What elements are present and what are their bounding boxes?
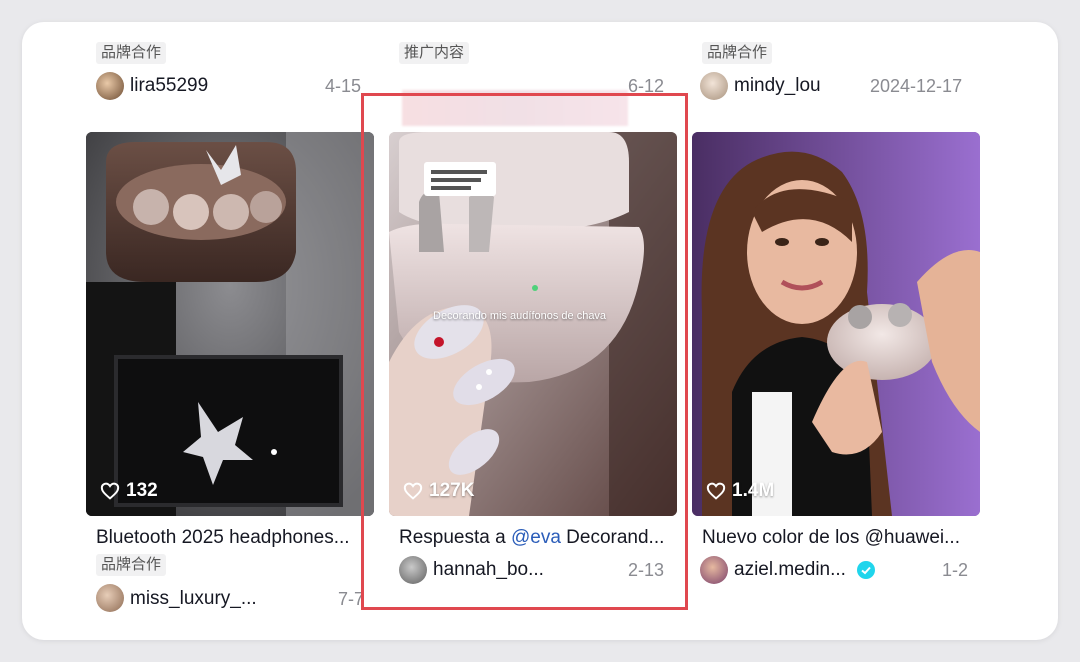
video-thumbnail[interactable]: 1.4M	[692, 132, 980, 516]
video-caption-overlay: Decorando mis audífonos de chava	[433, 310, 607, 322]
video-title[interactable]: Respuesta a @eva Decorand...	[399, 526, 664, 550]
post-date: 7-7	[338, 589, 365, 609]
video-thumbnail[interactable]: 132	[86, 132, 374, 516]
results-panel: 品牌合作 lira55299 4-15 推广内容 6-12 品牌合作 mindy…	[22, 22, 1058, 640]
author-name[interactable]: mindy_lou	[734, 75, 821, 97]
post-date: 6-12	[628, 76, 665, 96]
thumbnail-image	[389, 132, 677, 516]
author-name[interactable]: hannah_bo...	[433, 559, 544, 581]
like-count-value: 1.4M	[732, 480, 775, 501]
author-name[interactable]: miss_luxury_...	[130, 588, 257, 610]
heart-icon	[706, 482, 726, 500]
checkmark-icon	[861, 566, 871, 575]
like-count-value: 132	[126, 480, 158, 501]
title-text: Decorand...	[560, 527, 665, 548]
author-name[interactable]: aziel.medin...	[734, 559, 846, 581]
post-date: 1-2	[942, 560, 969, 580]
brand-collab-badge: 品牌合作	[702, 42, 773, 64]
redacted-author	[402, 90, 628, 126]
like-count: 132	[100, 480, 158, 502]
thumbnail-image	[86, 132, 374, 516]
author-name[interactable]: lira55299	[130, 75, 208, 97]
like-count: 1.4M	[706, 480, 774, 502]
avatar[interactable]	[700, 72, 728, 100]
avatar[interactable]	[700, 556, 728, 584]
cut-title-fragment	[322, 22, 327, 29]
post-date: 4-15	[325, 76, 362, 96]
avatar[interactable]	[399, 556, 427, 584]
brand-collab-badge: 品牌合作	[96, 42, 167, 64]
avatar[interactable]	[96, 72, 124, 100]
heart-icon	[403, 482, 423, 500]
heart-icon	[100, 482, 120, 500]
verified-badge-icon	[857, 561, 875, 579]
avatar[interactable]	[96, 584, 124, 612]
like-count: 127K	[403, 480, 474, 502]
mention-link[interactable]: @eva	[511, 527, 561, 548]
title-text: Respuesta a	[399, 527, 511, 548]
brand-collab-badge: 品牌合作	[96, 554, 167, 576]
post-date: 2024-12-17	[870, 76, 963, 96]
like-count-value: 127K	[429, 480, 475, 501]
post-date: 2-13	[628, 560, 665, 580]
video-title[interactable]: Bluetooth 2025 headphones...	[96, 526, 350, 550]
promoted-content-badge: 推广内容	[399, 42, 470, 64]
thumbnail-image	[692, 132, 980, 516]
video-thumbnail[interactable]: Decorando mis audífonos de chava 127K	[389, 132, 677, 516]
video-title[interactable]: Nuevo color de los @huawei...	[702, 526, 960, 550]
